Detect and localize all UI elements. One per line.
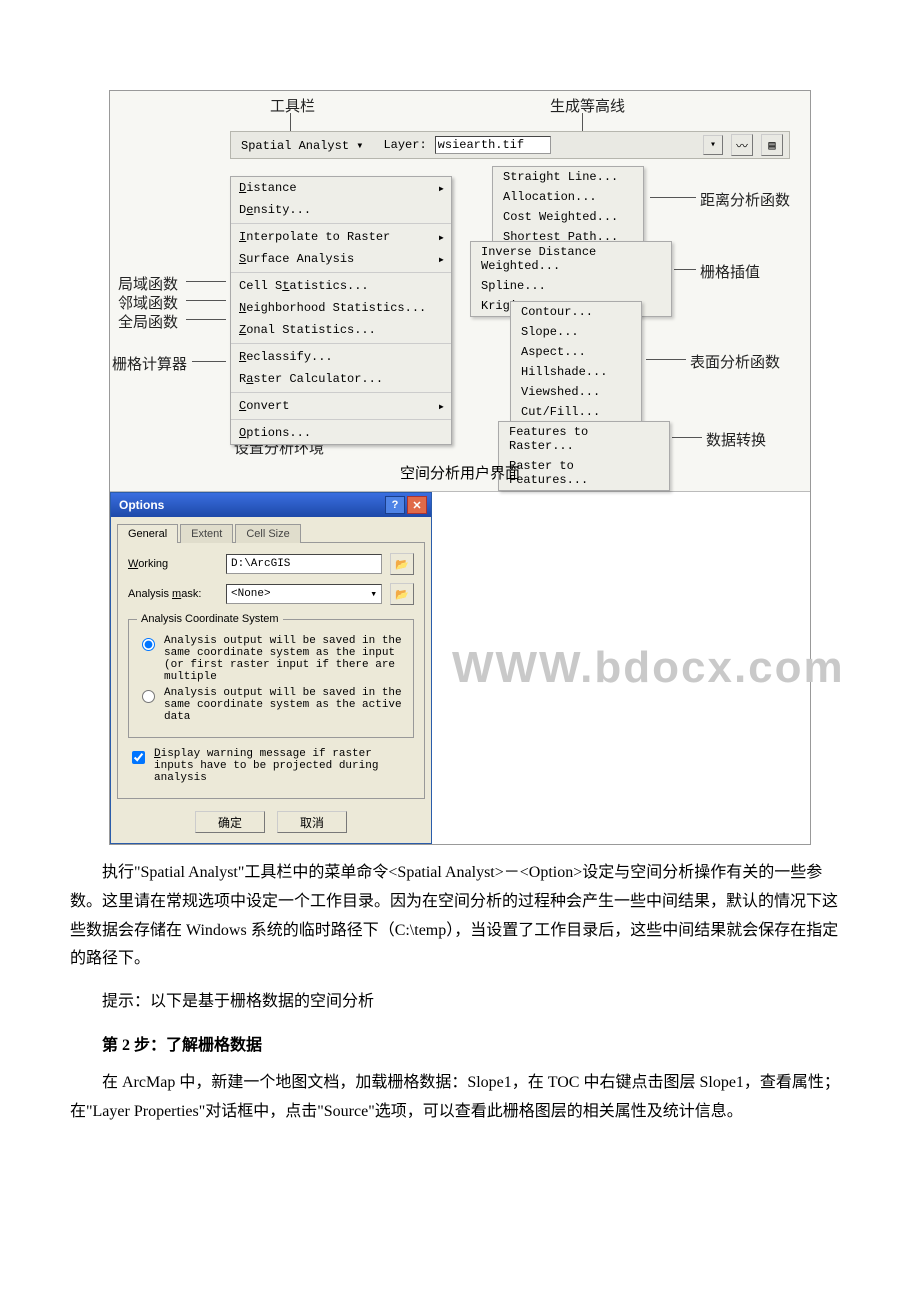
label-raster-calc: 栅格计算器 bbox=[112, 353, 187, 374]
layer-combobox[interactable] bbox=[435, 136, 551, 154]
paragraph-1: 执行"Spatial Analyst"工具栏中的菜单命令<Spatial Ana… bbox=[70, 859, 850, 974]
submenu-surface: Contour... Slope... Aspect... Hillshade.… bbox=[510, 301, 642, 423]
figure-block: 工具栏 生成等高线 直方图 Spatial Analyst ▾ Layer: ▾… bbox=[109, 90, 811, 845]
dialog-title: Options bbox=[119, 498, 164, 512]
tabpanel-general: WorkingWorking 📂 Analysis mask:Analysis … bbox=[117, 542, 425, 799]
contour-tool-icon[interactable]: 〰 bbox=[731, 134, 753, 156]
radio-input-coord[interactable] bbox=[142, 638, 155, 651]
working-input[interactable] bbox=[226, 554, 382, 574]
label-toolbar: 工具栏 bbox=[270, 95, 315, 116]
submenu-item[interactable]: Spline... bbox=[471, 276, 671, 296]
radio-label: Analysis output will be saved in the sam… bbox=[164, 635, 405, 683]
menu-item-surface[interactable]: Surface Analysis▸Surface Analysis bbox=[231, 248, 451, 270]
step-2-heading: 第 2 步：了解栅格数据 bbox=[70, 1031, 850, 1055]
menu-item-reclassify[interactable]: Reclassify...Reclassify... bbox=[231, 346, 451, 368]
spatial-analyst-menu-button[interactable]: Spatial Analyst ▾ bbox=[237, 136, 367, 155]
paragraph-3: 在 ArcMap 中，新建一个地图文档，加载栅格数据：Slope1，在 TOC … bbox=[70, 1069, 850, 1127]
browse-mask-icon[interactable]: 📂 bbox=[390, 583, 414, 605]
coord-system-group: Analysis Coordinate System Analysis outp… bbox=[128, 613, 414, 738]
spatial-analyst-diagram: 工具栏 生成等高线 直方图 Spatial Analyst ▾ Layer: ▾… bbox=[110, 91, 810, 491]
radio-label: Analysis output will be saved in the sam… bbox=[164, 687, 405, 723]
chevron-down-icon: ▾ bbox=[370, 587, 377, 601]
histogram-tool-icon[interactable]: ▤ bbox=[761, 134, 783, 156]
label-global-fn: 全局函数 bbox=[118, 311, 178, 332]
label-raster-interp: 栅格插值 bbox=[700, 261, 760, 282]
tab-extent[interactable]: Extent bbox=[180, 524, 233, 543]
menu-item-distance[interactable]: DDistanceistance▸ bbox=[231, 177, 451, 199]
dialog-row: Options ? ✕ General Extent Cell Size Wor… bbox=[110, 491, 810, 844]
group-legend: Analysis Coordinate System bbox=[137, 613, 283, 625]
menu-item-convert[interactable]: Convert▸Convert bbox=[231, 395, 451, 417]
label-data-convert: 数据转换 bbox=[706, 429, 766, 450]
cancel-button[interactable]: 取消 bbox=[277, 811, 347, 833]
submenu-item[interactable]: Allocation... bbox=[493, 187, 643, 207]
browse-working-icon[interactable]: 📂 bbox=[390, 553, 414, 575]
menu-item-density[interactable]: Density...Density... bbox=[231, 199, 451, 221]
tab-general[interactable]: General bbox=[117, 524, 178, 543]
submenu-item[interactable]: Aspect... bbox=[511, 342, 641, 362]
submenu-distance: Straight Line... Allocation... Cost Weig… bbox=[492, 166, 644, 248]
submenu-item[interactable]: Slope... bbox=[511, 322, 641, 342]
layer-label: Layer: bbox=[383, 138, 426, 152]
menu-item-neighstats[interactable]: Neighborhood Statistics...Neighborhood S… bbox=[231, 297, 451, 319]
checkbox-label: Display warning message if raster inputs… bbox=[154, 748, 414, 784]
dialog-titlebar: Options ? ✕ bbox=[111, 493, 431, 517]
tab-cellsize[interactable]: Cell Size bbox=[235, 524, 300, 543]
menu-item-interpolate[interactable]: Interpolate to Raster▸Interpolate to Ras… bbox=[231, 226, 451, 248]
label-distance-fn: 距离分析函数 bbox=[700, 189, 790, 210]
label-contour: 生成等高线 bbox=[550, 95, 625, 116]
label-neighbor-fn: 邻域函数 bbox=[118, 292, 178, 313]
spatial-analyst-toolbar: Spatial Analyst ▾ Layer: ▾ 〰 ▤ bbox=[230, 131, 790, 159]
menu-item-zonalstats[interactable]: Zonal Statistics...Zonal Statistics... bbox=[231, 319, 451, 341]
figure-caption: 空间分析用户界面 bbox=[110, 454, 810, 491]
submenu-item[interactable]: Hillshade... bbox=[511, 362, 641, 382]
label-local-fn: 局域函数 bbox=[118, 273, 178, 294]
submenu-item[interactable]: Contour... bbox=[511, 302, 641, 322]
submenu-item[interactable]: Viewshed... bbox=[511, 382, 641, 402]
paragraph-2: 提示：以下是基于栅格数据的空间分析 bbox=[70, 988, 850, 1017]
layer-dropdown-icon[interactable]: ▾ bbox=[703, 135, 723, 155]
menu-item-options[interactable]: Options...Options... bbox=[231, 422, 451, 444]
radio-active-coord[interactable] bbox=[142, 690, 155, 703]
mask-combobox[interactable]: <None>▾ bbox=[226, 584, 382, 604]
working-label: WorkingWorking bbox=[128, 558, 218, 570]
spatial-analyst-menu: DDistanceistance▸ Density...Density... I… bbox=[230, 176, 452, 445]
menu-item-cellstats[interactable]: Cell Statistics...Cell Statistics... bbox=[231, 275, 451, 297]
tab-strip: General Extent Cell Size bbox=[117, 523, 425, 542]
options-dialog: Options ? ✕ General Extent Cell Size Wor… bbox=[110, 492, 432, 844]
watermark-text: WWW.bdocx.com bbox=[452, 643, 845, 693]
display-warning-checkbox[interactable] bbox=[132, 751, 145, 764]
submenu-item[interactable]: Cut/Fill... bbox=[511, 402, 641, 422]
menu-item-rastercalc[interactable]: Raster Calculator...Raster Calculator... bbox=[231, 368, 451, 390]
ok-button[interactable]: 确定 bbox=[195, 811, 265, 833]
submenu-item[interactable]: Inverse Distance Weighted... bbox=[471, 242, 671, 276]
label-surface-fn: 表面分析函数 bbox=[690, 351, 780, 372]
help-button-icon[interactable]: ? bbox=[385, 496, 405, 514]
submenu-item[interactable]: Straight Line... bbox=[493, 167, 643, 187]
close-button-icon[interactable]: ✕ bbox=[407, 496, 427, 514]
submenu-item[interactable]: Features to Raster... bbox=[499, 422, 669, 456]
submenu-item[interactable]: Cost Weighted... bbox=[493, 207, 643, 227]
mask-label: Analysis mask:Analysis mask: bbox=[128, 588, 218, 600]
